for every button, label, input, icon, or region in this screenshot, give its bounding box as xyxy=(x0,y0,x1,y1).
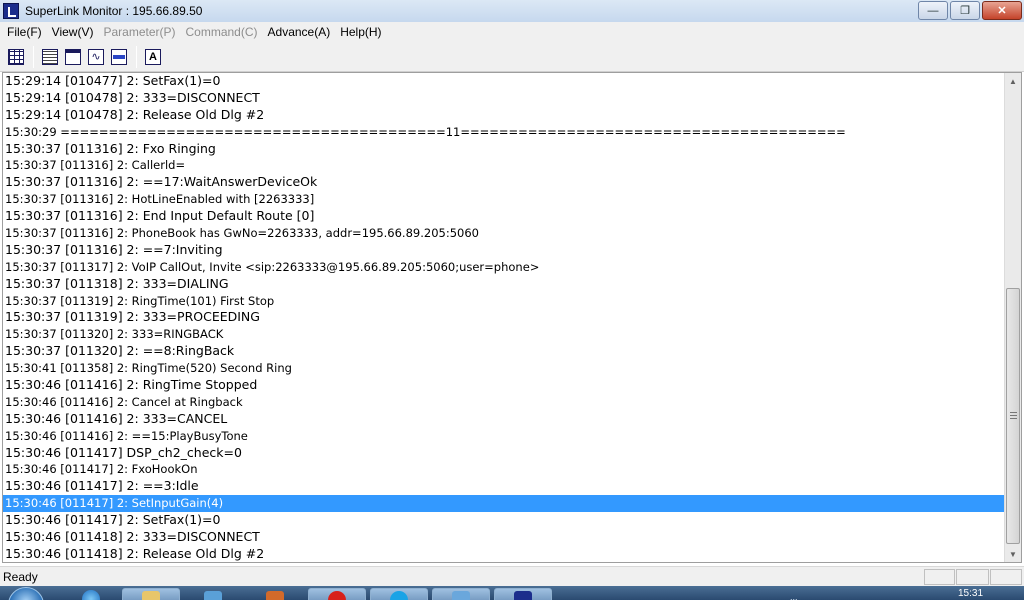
status-pane xyxy=(924,569,955,585)
log-line[interactable]: 15:30:37 [011316] 2: Callerld= xyxy=(3,157,1006,174)
log-line[interactable]: 15:30:46 [011418] 2: Release Old Dlg #2 xyxy=(3,546,1006,562)
text-list-icon xyxy=(42,49,58,65)
log-line[interactable]: 15:30:46 [011416] 2: Cancel at Ringback xyxy=(3,394,1006,411)
log-line[interactable]: 15:30:37 [011320] 2: 333=RINGBACK xyxy=(3,326,1006,343)
scroll-up-icon[interactable]: ▲ xyxy=(1005,73,1021,89)
log-view[interactable]: 15:29:14 [010477] 2: SetFax(1)=0 15:29:14… xyxy=(2,72,1022,563)
log-line[interactable]: 15:30:37 [011319] 2: 333=PROCEEDING xyxy=(3,309,1006,326)
clock[interactable]: 15:31 xyxy=(958,588,983,599)
log-lines: 15:29:14 [010477] 2: SetFax(1)=0 15:29:14… xyxy=(3,73,1006,562)
close-button[interactable]: ✕ xyxy=(982,1,1022,20)
status-bar: Ready xyxy=(0,566,1024,586)
window-button[interactable] xyxy=(62,46,84,68)
log-line[interactable]: 15:29:14 [010477] 2: SetFax(1)=0 xyxy=(3,73,1006,90)
log-line[interactable]: 15:30:37 [011316] 2: Fxo Ringing xyxy=(3,141,1006,158)
menu-bar: File(F) View(V) Parameter(P) Command(C) … xyxy=(0,22,1024,43)
window-controls: — ❐ ✕ xyxy=(918,1,1022,20)
font-icon: A xyxy=(145,49,161,65)
menu-help[interactable]: Help(H) xyxy=(335,23,386,42)
app-icon xyxy=(3,3,19,19)
text-list-button[interactable] xyxy=(39,46,61,68)
taskbar-folder-button[interactable] xyxy=(122,588,180,600)
window-icon xyxy=(452,591,470,600)
title-bar: SuperLink Monitor : 195.66.89.50 — ❐ ✕ xyxy=(0,0,1024,22)
taskbar-skype-button[interactable] xyxy=(370,588,428,600)
start-button[interactable] xyxy=(8,587,44,600)
font-button[interactable]: A xyxy=(142,46,164,68)
toolbar: ∿ A xyxy=(0,43,1024,72)
grid-view-button[interactable] xyxy=(5,46,27,68)
log-line[interactable]: 15:30:46 [011416] 2: 333=CANCEL xyxy=(3,411,1006,428)
bar-button[interactable] xyxy=(108,46,130,68)
log-line[interactable]: 15:30:37 [011316] 2: ==17:WaitAnswerDevi… xyxy=(3,174,1006,191)
log-line[interactable]: 15:29:14 [010478] 2: 333=DISCONNECT xyxy=(3,90,1006,107)
log-line[interactable]: 15:30:37 [011316] 2: PhoneBook has GwNo=… xyxy=(3,225,1006,242)
taskbar-media-button[interactable] xyxy=(184,588,242,600)
log-line[interactable]: 15:30:46 [011417] DSP_ch2_check=0 xyxy=(3,445,1006,462)
taskbar: ... 15:31 xyxy=(0,586,1024,600)
taskbar-window-button[interactable] xyxy=(432,588,490,600)
log-line[interactable]: 15:30:46 [011417] 2: SetFax(1)=0 xyxy=(3,512,1006,529)
taskbar-red-app-button[interactable] xyxy=(308,588,366,600)
bar-icon xyxy=(111,49,127,65)
skype-icon xyxy=(390,591,408,600)
minimize-button[interactable]: — xyxy=(918,1,948,20)
log-line[interactable]: 15:30:37 [011316] 2: ==7:Inviting xyxy=(3,242,1006,259)
log-line[interactable]: 15:30:41 [011358] 2: RingTime(520) Secon… xyxy=(3,360,1006,377)
office-icon xyxy=(266,591,284,600)
log-line[interactable]: 15:30:37 [011316] 2: End Input Default R… xyxy=(3,208,1006,225)
log-line-selected[interactable]: 15:30:46 [011417] 2: SetInputGain(4) xyxy=(3,495,1006,513)
superlink-icon xyxy=(514,591,532,600)
log-line[interactable]: 15:30:46 [011416] 2: ==15:PlayBusyTone xyxy=(3,428,1006,445)
menu-advance[interactable]: Advance(A) xyxy=(263,23,336,42)
browser-icon xyxy=(82,590,100,600)
grid-view-icon xyxy=(8,49,24,65)
menu-parameter[interactable]: Parameter(P) xyxy=(98,23,180,42)
tray-text: ... xyxy=(790,592,798,600)
app-red-icon xyxy=(328,591,346,600)
maximize-button[interactable]: ❐ xyxy=(950,1,980,20)
log-line[interactable]: 15:30:46 [011417] 2: FxoHookOn xyxy=(3,461,1006,478)
media-icon xyxy=(204,591,222,600)
log-line[interactable]: 15:30:37 [011318] 2: 333=DIALING xyxy=(3,276,1006,293)
window-title: SuperLink Monitor : 195.66.89.50 xyxy=(25,4,203,18)
scroll-down-icon[interactable]: ▼ xyxy=(1005,546,1021,562)
log-line[interactable]: 15:30:37 [011317] 2: VoIP CallOut, Invit… xyxy=(3,259,1006,276)
waveform-icon: ∿ xyxy=(88,49,104,65)
taskbar-superlink-button[interactable] xyxy=(494,588,552,600)
log-line[interactable]: 15:30:37 [011320] 2: ==8:RingBack xyxy=(3,343,1006,360)
status-pane xyxy=(956,569,989,585)
vertical-scrollbar[interactable]: ▲ ▼ xyxy=(1004,73,1021,562)
menu-file[interactable]: File(F) xyxy=(2,23,47,42)
log-line[interactable]: 15:30:46 [011417] 2: ==3:Idle xyxy=(3,478,1006,495)
window-icon xyxy=(65,49,81,65)
log-line[interactable]: 15:30:46 [011416] 2: RingTime Stopped xyxy=(3,377,1006,394)
status-text: Ready xyxy=(3,570,38,584)
log-line[interactable]: 15:30:46 [011418] 2: 333=DISCONNECT xyxy=(3,529,1006,546)
log-line[interactable]: 15:30:37 [011316] 2: HotLineEnabled with… xyxy=(3,191,1006,208)
log-line[interactable]: 15:30:37 [011319] 2: RingTime(101) First… xyxy=(3,293,1006,310)
toolbar-separator xyxy=(33,46,34,68)
toolbar-separator xyxy=(136,46,137,68)
menu-command[interactable]: Command(C) xyxy=(181,23,263,42)
taskbar-ie-button[interactable] xyxy=(78,588,104,600)
menu-view[interactable]: View(V) xyxy=(47,23,99,42)
log-line[interactable]: 15:29:14 [010478] 2: Release Old Dlg #2 xyxy=(3,107,1006,124)
scroll-thumb[interactable] xyxy=(1006,288,1020,544)
folder-icon xyxy=(142,591,160,600)
status-pane xyxy=(990,569,1022,585)
taskbar-office-button[interactable] xyxy=(246,588,304,600)
grip-icon xyxy=(1010,411,1017,419)
waveform-button[interactable]: ∿ xyxy=(85,46,107,68)
log-line[interactable]: 15:30:29 ===============================… xyxy=(3,124,1006,141)
